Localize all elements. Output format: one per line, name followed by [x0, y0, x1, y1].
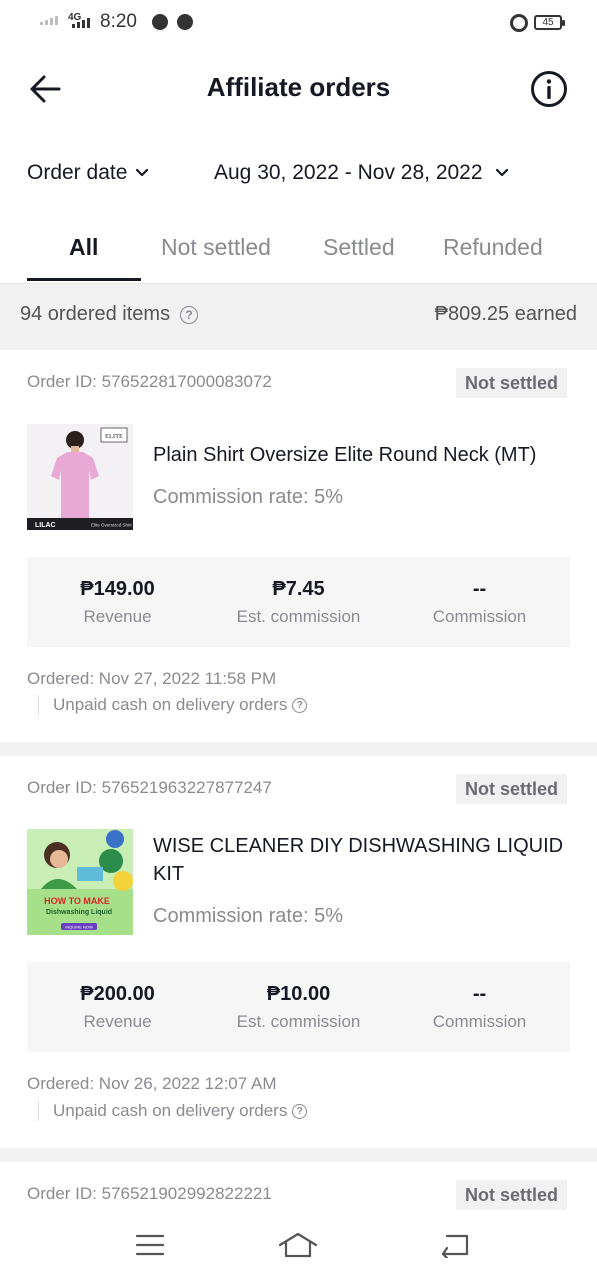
payment-note-text: Unpaid cash on delivery orders	[53, 695, 288, 714]
signal-strength-icon-2	[72, 18, 90, 28]
revenue-label: Revenue	[83, 1012, 152, 1031]
order-id: Order ID: 576521963227877247	[27, 778, 272, 797]
order-id: Order ID: 576521902992822221	[27, 1184, 272, 1203]
tab-refunded[interactable]: Refunded	[443, 234, 543, 261]
order-stats: ₱200.00 Revenue ₱10.00 Est. commission -…	[27, 962, 570, 1052]
home-button[interactable]	[278, 1228, 318, 1262]
revenue-label: Revenue	[83, 607, 152, 626]
date-range-dropdown[interactable]: Aug 30, 2022 - Nov 28, 2022	[214, 161, 509, 185]
product-thumbnail[interactable]: ELITE LILAC Elite Oversized Shirt	[27, 424, 133, 530]
order-tabs: All Not settled Settled Refunded	[0, 222, 597, 284]
order-card[interactable]: Order ID: 576521963227877247 Not settled…	[0, 756, 597, 1148]
order-date-dropdown[interactable]: Order date	[27, 161, 149, 185]
info-button[interactable]	[528, 68, 570, 110]
menu-button[interactable]	[130, 1228, 170, 1262]
est-commission-stat: ₱10.00 Est. commission	[208, 983, 389, 1032]
dishwashing-product-image: HOW TO MAKE Dishwashing Liquid INQUIRE N…	[27, 829, 133, 935]
help-icon[interactable]: ?	[292, 697, 308, 713]
est-commission-stat: ₱7.45 Est. commission	[208, 578, 389, 627]
help-icon[interactable]: ?	[292, 1103, 308, 1119]
thumb-tag-text: INQUIRE NOW	[65, 925, 93, 930]
chevron-down-icon	[136, 168, 149, 177]
product-name[interactable]: Plain Shirt Oversize Elite Round Neck (M…	[153, 441, 573, 469]
order-date-label: Order date	[27, 161, 128, 184]
est-commission-label: Est. commission	[236, 1012, 361, 1031]
order-card[interactable]: Order ID: 576522817000083072 Not settled…	[0, 350, 597, 742]
summary-bar: 94 ordered items ? ₱809.25 earned	[0, 284, 597, 350]
ordered-items-count: 94 ordered items	[20, 303, 171, 325]
battery-icon: 45	[534, 15, 565, 30]
commission-stat: -- Commission	[389, 578, 570, 627]
commission-value: --	[472, 983, 487, 1005]
thumb-headline-text: HOW TO MAKE	[44, 896, 110, 906]
order-stats: ₱149.00 Revenue ₱7.45 Est. commission --…	[27, 557, 570, 647]
payment-note-text: Unpaid cash on delivery orders	[53, 1101, 288, 1120]
product-thumbnail[interactable]: HOW TO MAKE Dishwashing Liquid INQUIRE N…	[27, 829, 133, 935]
status-time: 8:20	[100, 11, 137, 32]
alarm-icon	[510, 14, 528, 32]
thumb-brand-text: ELITE	[105, 433, 123, 440]
system-nav-bar	[0, 1212, 597, 1280]
thumb-caption-text: Elite Oversized Shirt	[91, 523, 133, 528]
commission-value: --	[472, 578, 487, 600]
date-range-label: Aug 30, 2022 - Nov 28, 2022	[214, 161, 483, 184]
payment-note: Unpaid cash on delivery orders ?	[38, 695, 308, 715]
status-badge: Not settled	[456, 1180, 568, 1210]
page-title: Affiliate orders	[206, 72, 391, 102]
chevron-down-icon	[495, 168, 508, 177]
product-name[interactable]: WISE CLEANER DIY DISHWASHING LIQUID KIT	[153, 832, 573, 888]
commission-label: Commission	[432, 607, 527, 626]
est-commission-label: Est. commission	[236, 607, 361, 626]
order-id: Order ID: 576522817000083072	[27, 372, 272, 391]
back-nav-icon	[441, 1234, 469, 1258]
revenue-value: ₱200.00	[80, 983, 155, 1005]
revenue-stat: ₱200.00 Revenue	[27, 983, 208, 1032]
commission-stat: -- Commission	[389, 983, 570, 1032]
card-divider	[0, 742, 597, 756]
active-tab-indicator	[27, 278, 141, 281]
commission-rate: Commission rate: 5%	[153, 486, 344, 508]
tab-all[interactable]: All	[69, 234, 98, 261]
status-badge: Not settled	[456, 368, 568, 398]
commission-rate: Commission rate: 5%	[153, 905, 344, 927]
info-icon	[531, 71, 567, 107]
messenger-icon	[177, 14, 193, 30]
est-commission-value: ₱7.45	[272, 578, 325, 600]
est-commission-value: ₱10.00	[266, 983, 331, 1005]
tab-not-settled[interactable]: Not settled	[161, 234, 271, 261]
card-divider	[0, 1148, 597, 1162]
status-bar: 4G 8:20 45	[0, 0, 597, 46]
game-controller-icon	[152, 14, 168, 30]
header: Affiliate orders	[0, 58, 597, 120]
thumb-color-text: LILAC	[35, 522, 56, 529]
thumb-subline-text: Dishwashing Liquid	[46, 909, 112, 916]
revenue-value: ₱149.00	[80, 578, 155, 600]
status-badge: Not settled	[456, 774, 568, 804]
signal-strength-icon	[40, 16, 58, 25]
order-card[interactable]: Order ID: 576521902992822221 Not settled	[0, 1162, 597, 1212]
payment-note: Unpaid cash on delivery orders ?	[38, 1101, 308, 1121]
revenue-stat: ₱149.00 Revenue	[27, 578, 208, 627]
back-nav-button[interactable]	[435, 1228, 475, 1262]
shirt-product-image: ELITE LILAC Elite Oversized Shirt	[27, 424, 133, 530]
earned-total: ₱809.25 earned	[434, 303, 577, 325]
home-icon	[278, 1232, 318, 1258]
tab-settled[interactable]: Settled	[323, 234, 395, 261]
ordered-items-summary: 94 ordered items ?	[20, 303, 199, 326]
ordered-date: Ordered: Nov 26, 2022 12:07 AM	[27, 1074, 277, 1093]
ordered-date: Ordered: Nov 27, 2022 11:58 PM	[27, 669, 277, 688]
commission-label: Commission	[432, 1012, 527, 1031]
help-icon[interactable]: ?	[180, 305, 199, 324]
menu-icon	[135, 1234, 165, 1256]
filter-row: Order date Aug 30, 2022 - Nov 28, 2022	[0, 150, 597, 198]
